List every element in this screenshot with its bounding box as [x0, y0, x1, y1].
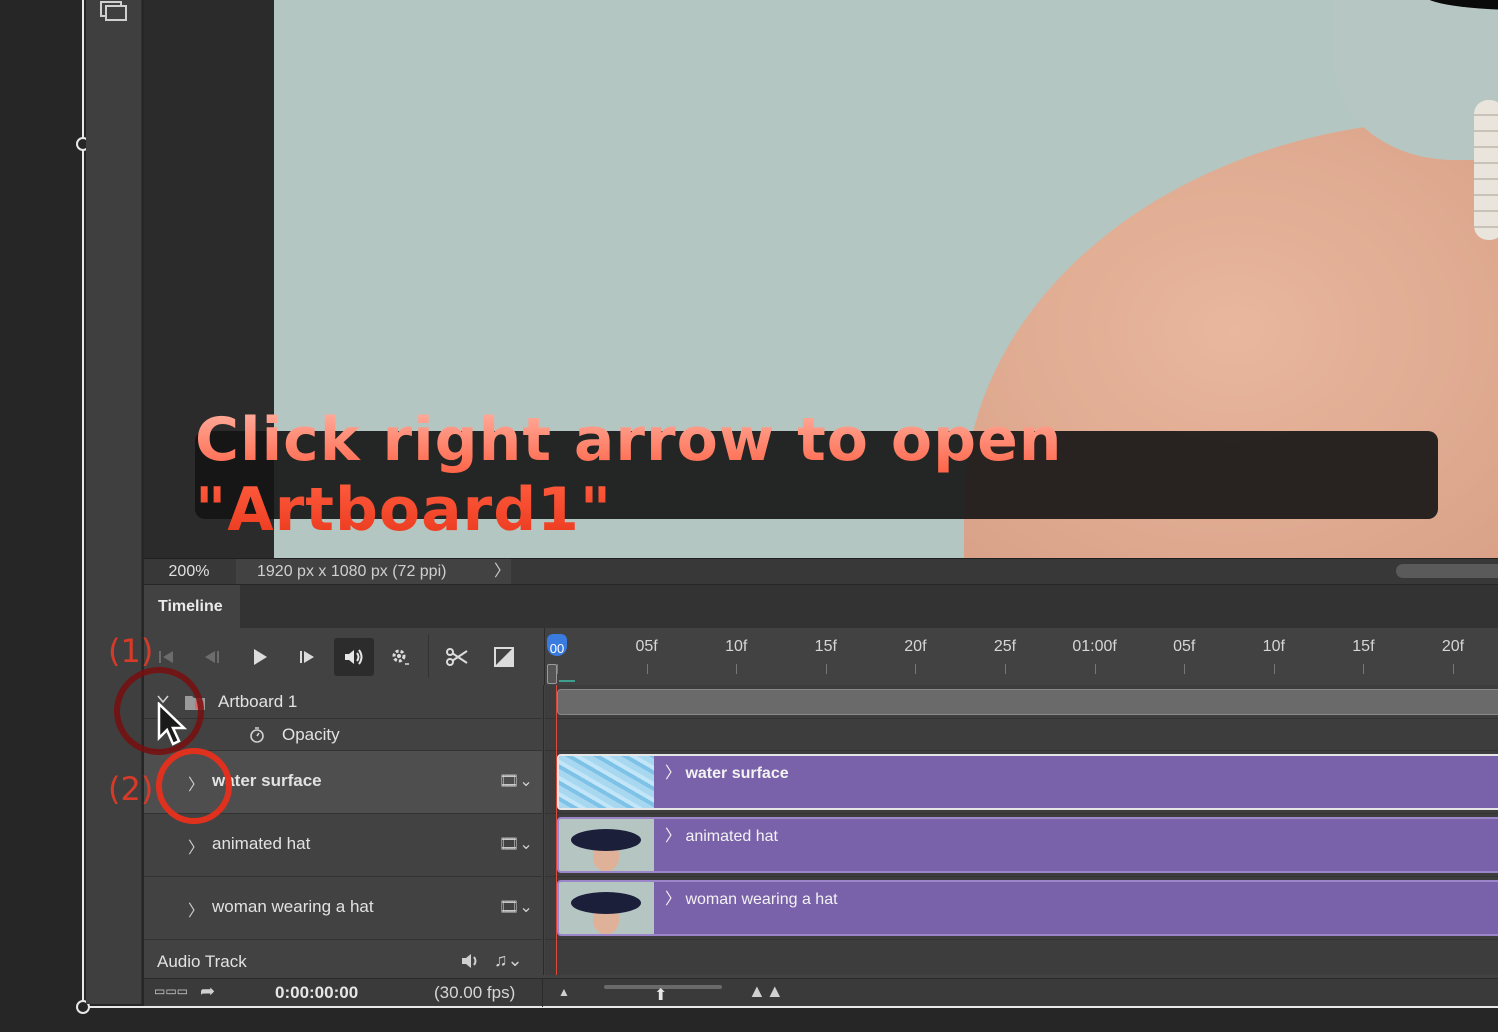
work-area-bar[interactable] — [559, 680, 575, 682]
timeline-panel: Timeline 00 05f 10f 15f 20f 25f 01:00f 0… — [144, 585, 1498, 1007]
layer-row-opacity[interactable]: Opacity — [144, 719, 542, 751]
audio-track-label: Audio Track — [157, 952, 247, 971]
time-ruler[interactable]: 00 05f 10f 15f 20f 25f 01:00f 05f 10f 15f 20f — [544, 628, 1498, 685]
layer-list: Artboard 1 Opacity 〉 water surface 🎞⌄ 〉 … — [144, 685, 544, 975]
ruler-tick-label: 05f — [635, 638, 658, 655]
film-strip-menu-icon[interactable]: 🎞⌄ — [499, 897, 533, 917]
stopwatch-icon[interactable] — [248, 726, 266, 749]
playback-controls — [144, 628, 544, 685]
track-row: 〉 water surface — [545, 751, 1498, 814]
horizontal-scrollbar[interactable] — [1396, 564, 1498, 578]
arrange-windows-icon[interactable] — [98, 0, 128, 24]
property-opacity-label: Opacity — [282, 725, 340, 744]
current-timecode[interactable]: 0:00:00:00 — [275, 983, 358, 1003]
mute-audio-icon[interactable] — [334, 638, 374, 676]
ruler-tick-label: 15f — [1352, 638, 1375, 655]
side-panel-strip — [86, 0, 142, 1004]
clip-label: 〉 woman wearing a hat — [665, 891, 838, 908]
clip-label: 〉 water surface — [665, 765, 789, 782]
status-arrow-icon[interactable]: 〉 — [494, 559, 510, 584]
annotation-ring-2 — [156, 748, 232, 824]
convert-to-frame-animation-icon[interactable]: ▭▭▭ — [154, 984, 188, 998]
photoshop-window: Click right arrow to open "Artboard1" 20… — [0, 0, 1498, 1032]
artboard-duration-bar[interactable] — [557, 689, 1498, 715]
artboard-guide-vertical — [82, 0, 84, 1008]
track-area: 〉 water surface 〉 animated hat 〉 woman w… — [545, 685, 1498, 975]
ruler-tick — [1184, 664, 1186, 674]
chevron-right-icon[interactable]: 〉 — [188, 897, 204, 921]
layer-row[interactable]: 〉 woman wearing a hat 🎞⌄ — [144, 877, 542, 940]
track-artboard — [545, 685, 1498, 719]
clip-thumbnail — [559, 882, 654, 934]
status-bar: 200% 1920 px x 1080 px (72 ppi) 〉 — [144, 558, 1498, 584]
zoom-in-mountain-icon[interactable]: ▲▲ — [748, 981, 784, 1002]
next-frame-icon[interactable] — [287, 638, 327, 676]
timeline-bottom-bar: ▭▭▭ ➦ 0:00:00:00 (30.00 fps) ▲ ⬆ ▲▲ — [144, 978, 1498, 1007]
document-size[interactable]: 1920 px x 1080 px (72 ppi) — [236, 559, 511, 584]
ruler-tick-label: 20f — [1441, 638, 1465, 655]
layer-name: woman wearing a hat — [212, 897, 374, 916]
layer-name: animated hat — [212, 834, 311, 853]
layer-name-artboard: Artboard 1 — [218, 692, 298, 711]
ruler-tick — [825, 664, 827, 674]
chevron-right-icon[interactable]: 〉 — [188, 834, 204, 858]
ruler-tick-label: 10f — [725, 638, 748, 655]
annotation-step-2: (2) — [108, 770, 154, 808]
layer-row[interactable]: 〉 animated hat 🎞⌄ — [144, 814, 542, 877]
bottom-divider — [542, 979, 543, 1007]
zoom-slider-thumb[interactable]: ⬆ — [654, 985, 667, 1005]
tab-timeline[interactable]: Timeline — [144, 585, 240, 628]
annotation-step-1: (1) — [108, 632, 154, 670]
video-clip[interactable]: 〉 woman wearing a hat — [557, 880, 1498, 936]
ruler-tick — [1094, 664, 1096, 674]
playback-settings-gear-icon[interactable] — [380, 638, 420, 676]
controls-divider — [428, 634, 429, 678]
work-area-start-handle[interactable] — [547, 664, 557, 684]
ruler-tick-label: 01:00f — [1072, 638, 1117, 655]
film-strip-menu-icon[interactable]: 🎞⌄ — [499, 771, 533, 791]
ruler-tick — [1453, 664, 1454, 674]
play-icon[interactable] — [240, 638, 280, 676]
previous-frame-icon[interactable] — [192, 638, 232, 676]
track-row: 〉 animated hat — [545, 814, 1498, 877]
split-at-playhead-scissors-icon[interactable] — [437, 638, 477, 676]
ruler-tick-label: 00 — [549, 641, 565, 656]
ruler-tick — [1273, 664, 1275, 674]
playhead-line — [556, 685, 557, 975]
zoom-out-mountain-icon[interactable]: ▲ — [558, 985, 570, 999]
track-row: 〉 woman wearing a hat — [545, 877, 1498, 940]
clip-thumbnail — [559, 756, 654, 808]
render-video-arrow-icon[interactable]: ➦ — [200, 981, 215, 1002]
music-note-icon[interactable]: ♫⌄ — [494, 950, 523, 971]
ruler-tick-label: 15f — [814, 638, 837, 655]
ruler-tick-label: 20f — [904, 638, 927, 655]
caption-text: Click right arrow to open "Artboard1" — [195, 405, 1438, 545]
transition-icon[interactable] — [484, 638, 524, 676]
video-clip[interactable]: 〉 animated hat — [557, 817, 1498, 873]
ruler-tick — [736, 664, 738, 674]
clip-label: 〉 animated hat — [665, 828, 778, 845]
film-strip-menu-icon[interactable]: 🎞⌄ — [499, 834, 533, 854]
video-clip[interactable]: 〉 water surface — [557, 754, 1498, 810]
ruler-tick-label: 10f — [1262, 638, 1285, 655]
zoom-level[interactable]: 200% — [144, 559, 234, 584]
ruler-tick — [557, 664, 558, 674]
tutorial-caption: Click right arrow to open "Artboard1" — [195, 405, 1438, 545]
audio-track-row[interactable]: Audio Track ♫⌄ — [144, 938, 1498, 978]
clip-thumbnail — [559, 819, 654, 871]
ruler-tick-label: 25f — [993, 638, 1017, 655]
track-opacity — [545, 719, 1498, 751]
ruler-tick — [646, 664, 648, 674]
ruler-tick — [915, 664, 917, 674]
mouse-cursor-icon — [157, 702, 188, 746]
frame-rate: (30.00 fps) — [434, 983, 516, 1002]
panel-tab-bar: Timeline — [144, 585, 1498, 628]
artboard-guide-horizontal — [82, 1006, 1498, 1008]
ruler-tick — [1363, 664, 1365, 674]
pearl-necklace — [1474, 100, 1498, 240]
ruler-tick-label: 05f — [1173, 638, 1196, 655]
ruler-tick — [1005, 664, 1006, 674]
audio-volume-icon[interactable] — [460, 952, 482, 975]
